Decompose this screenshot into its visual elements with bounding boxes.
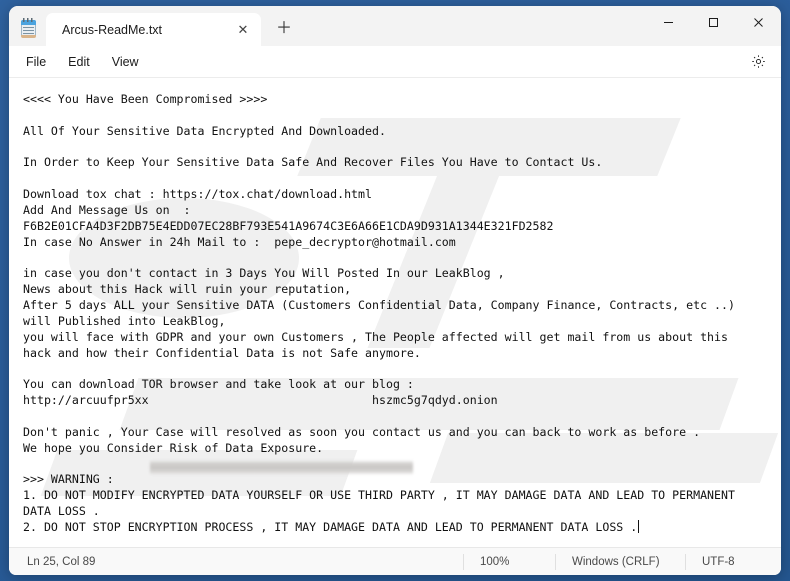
- text-line: [23, 171, 775, 187]
- text-line: you will face with GDPR and your own Cus…: [23, 330, 775, 346]
- text-line: <<<< You Have Been Compromised >>>>: [23, 92, 775, 108]
- text-line: Add And Message Us on :: [23, 203, 775, 219]
- gear-icon[interactable]: [744, 49, 772, 75]
- cursor-position-status[interactable]: Ln 25, Col 89: [9, 556, 463, 568]
- maximize-button[interactable]: [691, 6, 736, 38]
- notepad-icon: [20, 18, 38, 38]
- encoding-status[interactable]: UTF-8: [685, 554, 781, 570]
- text-line: F6B2E01CFA4D3F2DB75E4EDD07EC28BF793E541A…: [23, 219, 775, 235]
- text-line: All Of Your Sensitive Data Encrypted And…: [23, 124, 775, 140]
- window-controls: [646, 6, 781, 38]
- text-line: In case No Answer in 24h Mail to : pepe_…: [23, 235, 775, 251]
- line-ending-status[interactable]: Windows (CRLF): [555, 554, 685, 570]
- text-line: DATA LOSS .: [23, 504, 775, 520]
- menu-bar: File Edit View: [9, 46, 781, 78]
- notepad-window: Arcus-ReadMe.txt ✕ ＋: [9, 6, 781, 575]
- text-editor-area[interactable]: <<<< You Have Been Compromised >>>> All …: [9, 78, 781, 547]
- text-line: in case you don't contact in 3 Days You …: [23, 266, 775, 282]
- text-line: >>> WARNING :: [23, 472, 775, 488]
- text-line: In Order to Keep Your Sensitive Data Saf…: [23, 155, 775, 171]
- text-line: [23, 456, 775, 472]
- menu-item-file[interactable]: File: [15, 50, 57, 74]
- text-line: [23, 108, 775, 124]
- text-line: Don't panic , Your Case will resolved as…: [23, 425, 775, 441]
- menu-item-view[interactable]: View: [101, 50, 150, 74]
- title-bar: Arcus-ReadMe.txt ✕ ＋: [9, 6, 781, 46]
- text-line: Download tox chat : https://tox.chat/dow…: [23, 187, 775, 203]
- minimize-button[interactable]: [646, 6, 691, 38]
- text-line: After 5 days ALL your Sensitive DATA (Cu…: [23, 298, 775, 314]
- new-tab-icon[interactable]: ＋: [269, 15, 299, 43]
- close-window-button[interactable]: [736, 6, 781, 38]
- text-line: [23, 361, 775, 377]
- text-line: 1. DO NOT MODIFY ENCRYPTED DATA YOURSELF…: [23, 488, 775, 504]
- zoom-level-status[interactable]: 100%: [463, 554, 555, 570]
- text-line: You can download TOR browser and take lo…: [23, 377, 775, 393]
- text-line: http://arcuufpr5xx hszmc5g7qdyd.onion: [23, 393, 775, 409]
- text-caret: [638, 520, 639, 533]
- status-bar: Ln 25, Col 89 100% Windows (CRLF) UTF-8: [9, 547, 781, 575]
- text-line: We hope you Consider Risk of Data Exposu…: [23, 441, 775, 457]
- tab-title: Arcus-ReadMe.txt: [62, 23, 231, 37]
- text-line: hack and how their Confidential Data is …: [23, 346, 775, 362]
- text-line: will Published into LeakBlog,: [23, 314, 775, 330]
- text-line: [23, 140, 775, 156]
- text-line: News about this Hack will ruin your repu…: [23, 282, 775, 298]
- tab-active[interactable]: Arcus-ReadMe.txt ✕: [46, 13, 261, 46]
- ransom-note-text[interactable]: <<<< You Have Been Compromised >>>> All …: [9, 78, 781, 546]
- text-line: 2. DO NOT STOP ENCRYPTION PROCESS , IT M…: [23, 520, 775, 536]
- text-line: [23, 409, 775, 425]
- text-line: [23, 250, 775, 266]
- menu-item-edit[interactable]: Edit: [57, 50, 101, 74]
- close-tab-icon[interactable]: ✕: [231, 19, 255, 41]
